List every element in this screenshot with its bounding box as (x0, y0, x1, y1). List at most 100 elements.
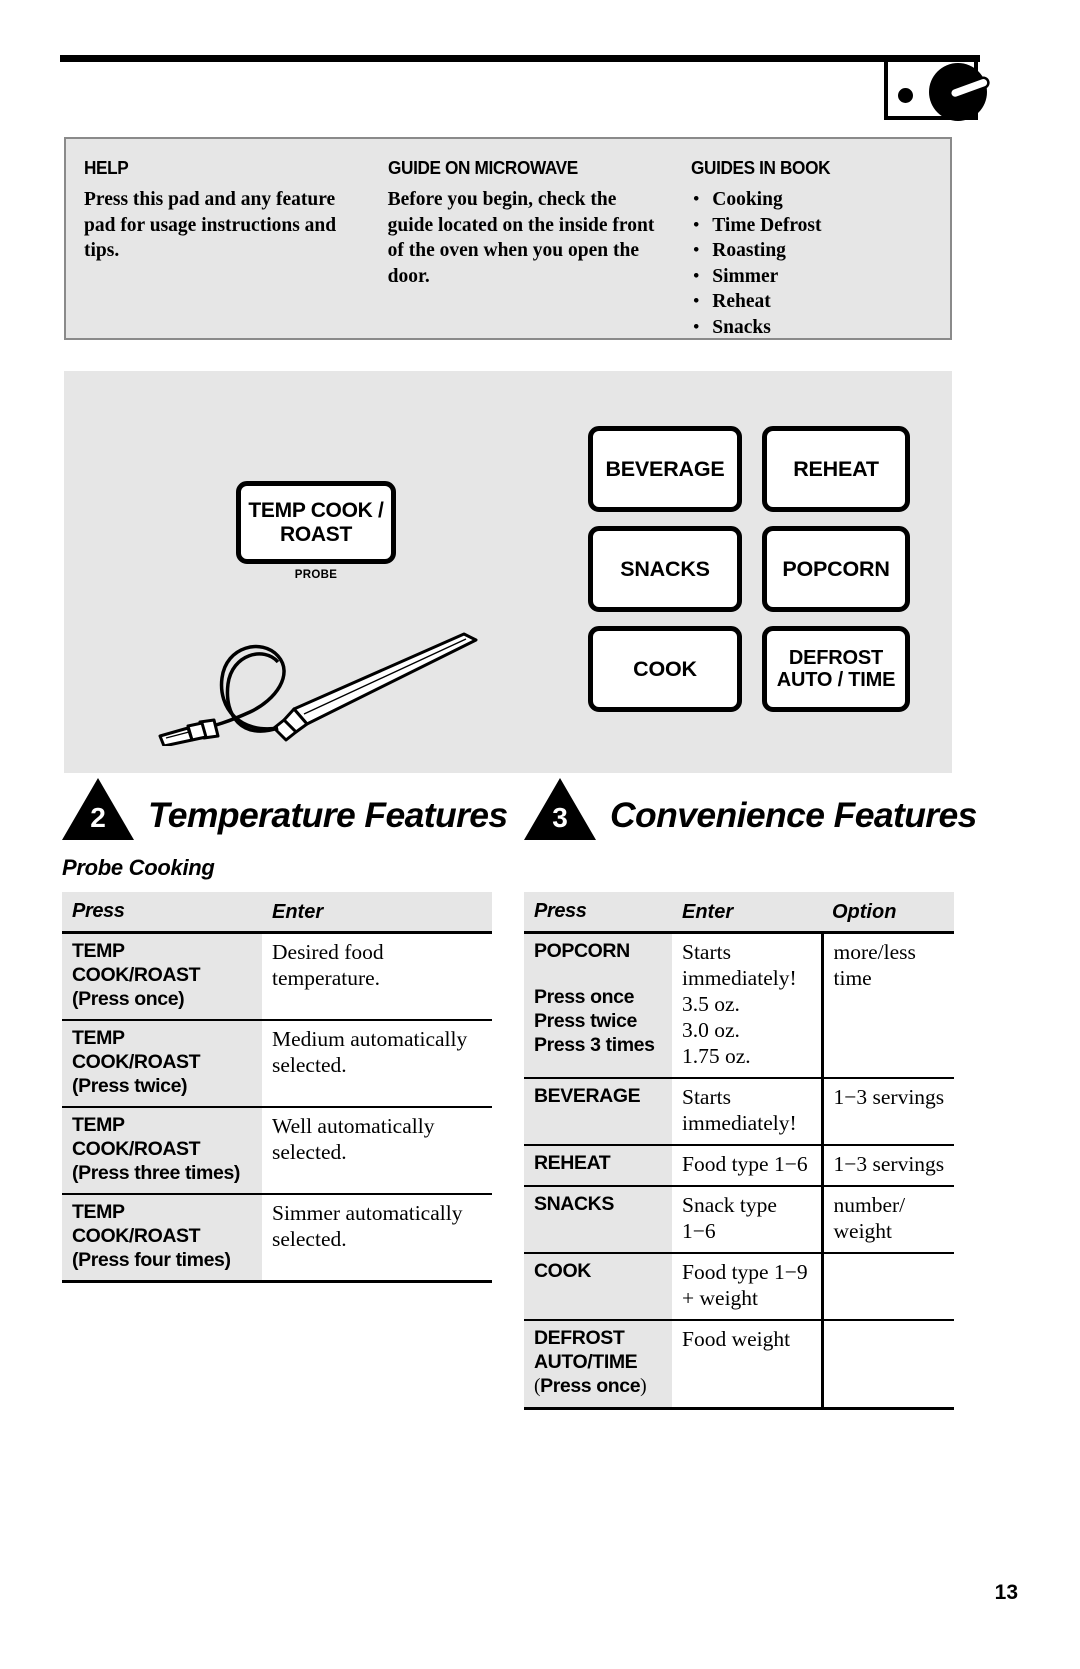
cell-press: TEMP COOK/ROAST (Press three times) (62, 1107, 262, 1194)
pad-temp-cook-roast[interactable]: TEMP COOK / ROAST (236, 481, 396, 564)
cell-enter: Food type 1−9 + weight (672, 1253, 824, 1320)
info-heading-guides-in-book: GUIDES IN BOOK (691, 157, 831, 178)
table-row: DEFROST AUTO/TIME (Press once) Food weig… (524, 1320, 954, 1409)
list-item: Time Defrost (691, 212, 940, 239)
cell-enter: Simmer automatically selected. (262, 1194, 492, 1282)
pad-popcorn[interactable]: POPCORN (762, 526, 910, 612)
pad-snacks[interactable]: SNACKS (588, 526, 742, 612)
list-item: Reheat (691, 288, 940, 315)
cell-enter: Starts immediately! 3.5 oz. 3.0 oz. 1.75… (672, 932, 824, 1078)
table-row: COOK Food type 1−9 + weight (524, 1253, 954, 1320)
table-row: SNACKS Snack type 1−6 number/ weight (524, 1186, 954, 1253)
step-triangle-icon: 3 (524, 778, 596, 840)
press-sub-label: Press once (540, 1375, 641, 1397)
subheading-probe-cooking: Probe Cooking (62, 855, 215, 880)
page-number: 13 (994, 1581, 1018, 1604)
table-row: REHEAT Food type 1−6 1−3 servings (524, 1145, 954, 1186)
cell-press: TEMP COOK/ROAST (Press once) (62, 932, 262, 1020)
table-row: TEMP COOK/ROAST (Press three times) Well… (62, 1107, 492, 1194)
dot-indicator-icon (898, 88, 913, 103)
press-main-label: TEMP COOK/ROAST (72, 1027, 201, 1073)
cell-option: 1−3 servings (822, 1078, 954, 1145)
table-row: POPCORN Press once Press twice Press 3 t… (524, 932, 954, 1078)
press-main-label: TEMP COOK/ROAST (72, 940, 201, 986)
table-row: TEMP COOK/ROAST (Press once) Desired foo… (62, 932, 492, 1020)
column-header-enter: Enter (262, 892, 492, 934)
convenience-features-table: Press Enter Option POPCORN Press once Pr… (524, 892, 954, 1410)
enter-main: Starts immediately! (682, 940, 797, 990)
press-main-label: DEFROST AUTO/TIME (534, 1327, 638, 1373)
page-header-rule (0, 0, 1080, 140)
cell-option (822, 1320, 954, 1409)
press-line: Press twice (534, 1010, 637, 1032)
press-main-label: POPCORN (534, 940, 630, 962)
header-horizontal-rule (60, 55, 980, 62)
pad-beverage[interactable]: BEVERAGE (588, 426, 742, 512)
table-row: BEVERAGE Starts immediately! 1−3 serving… (524, 1078, 954, 1145)
enter-line: 3.5 oz. (682, 992, 740, 1016)
info-heading-help: HELP (84, 157, 129, 178)
step-number: 3 (552, 802, 568, 833)
column-header-press: Press (62, 892, 262, 934)
knob-icon-box (884, 58, 990, 121)
enter-line: 1.75 oz. (682, 1044, 751, 1068)
info-panel: HELP Press this pad and any feature pad … (64, 137, 952, 340)
pad-cook[interactable]: COOK (588, 626, 742, 712)
cell-press: DEFROST AUTO/TIME (Press once) (524, 1320, 672, 1409)
temperature-probe-icon (158, 632, 478, 746)
info-column-help: HELP Press this pad and any feature pad … (66, 157, 370, 338)
cell-press: TEMP COOK/ROAST (Press four times) (62, 1194, 262, 1282)
cell-enter: Snack type 1−6 (672, 1186, 824, 1253)
press-line: Press once (534, 986, 635, 1008)
column-header-enter: Enter (672, 892, 822, 934)
cell-press: SNACKS (524, 1186, 672, 1253)
pad-defrost-auto-time[interactable]: DEFROST AUTO / TIME (762, 626, 910, 712)
control-panel-illustration: TEMP COOK / ROAST PROBE BEVERAGE REHEAT … (64, 371, 952, 773)
cell-press: COOK (524, 1253, 672, 1320)
section-title: Temperature Features (148, 795, 508, 835)
cell-press: REHEAT (524, 1145, 672, 1186)
cell-enter: Starts immediately! (672, 1078, 824, 1145)
press-main-label: TEMP COOK/ROAST (72, 1201, 201, 1247)
cell-press: TEMP COOK/ROAST (Press twice) (62, 1020, 262, 1107)
section-heading-temperature-features: 2 Temperature Features (62, 778, 508, 840)
cell-press: BEVERAGE (524, 1078, 672, 1145)
cell-option: 1−3 servings (822, 1145, 954, 1186)
cell-enter: Medium automatically selected. (262, 1020, 492, 1107)
info-body-guide-on-microwave: Before you begin, check the guide locate… (387, 189, 655, 287)
cell-enter: Food weight (672, 1320, 824, 1409)
pad-reheat[interactable]: REHEAT (762, 426, 910, 512)
info-body-help: Press this pad and any feature pad for u… (84, 189, 337, 261)
press-main-label: TEMP COOK/ROAST (72, 1114, 201, 1160)
press-sub-label: (Press once) (72, 988, 185, 1010)
cell-enter: Food type 1−6 (672, 1145, 824, 1186)
table-row: TEMP COOK/ROAST (Press twice) Medium aut… (62, 1020, 492, 1107)
section-heading-convenience-features: 3 Convenience Features (524, 778, 977, 840)
column-header-option: Option (822, 892, 954, 934)
probe-label: PROBE (294, 569, 338, 581)
column-header-press: Press (524, 892, 672, 934)
section-title: Convenience Features (610, 795, 977, 835)
knob-dial-icon (929, 63, 990, 121)
list-item: Cooking (691, 186, 940, 213)
table-header-row: Press Enter Option (524, 892, 954, 934)
enter-line: 3.0 oz. (682, 1018, 740, 1042)
info-heading-guide-on-microwave: GUIDE ON MICROWAVE (387, 157, 578, 178)
list-item: Simmer (691, 263, 940, 290)
table-row: TEMP COOK/ROAST (Press four times) Simme… (62, 1194, 492, 1282)
cell-option: more/less time (822, 932, 954, 1078)
list-item: Snacks (691, 314, 940, 341)
cell-enter: Well automatically selected. (262, 1107, 492, 1194)
cell-option (822, 1253, 954, 1320)
step-number: 2 (90, 802, 106, 833)
probe-cooking-table: Press Enter TEMP COOK/ROAST (Press once)… (62, 892, 492, 1283)
guides-in-book-list: Cooking Time Defrost Roasting Simmer Reh… (691, 186, 940, 341)
cell-enter: Desired food temperature. (262, 932, 492, 1020)
press-sub-label: (Press four times) (72, 1249, 231, 1271)
info-column-guides-in-book: GUIDES IN BOOK Cooking Time Defrost Roas… (673, 157, 950, 341)
cell-option: number/ weight (822, 1186, 954, 1253)
table-header-row: Press Enter (62, 892, 492, 934)
list-item: Roasting (691, 237, 940, 264)
cell-press: POPCORN Press once Press twice Press 3 t… (524, 932, 672, 1078)
info-column-guide-on-microwave: GUIDE ON MICROWAVE Before you begin, che… (370, 157, 674, 338)
